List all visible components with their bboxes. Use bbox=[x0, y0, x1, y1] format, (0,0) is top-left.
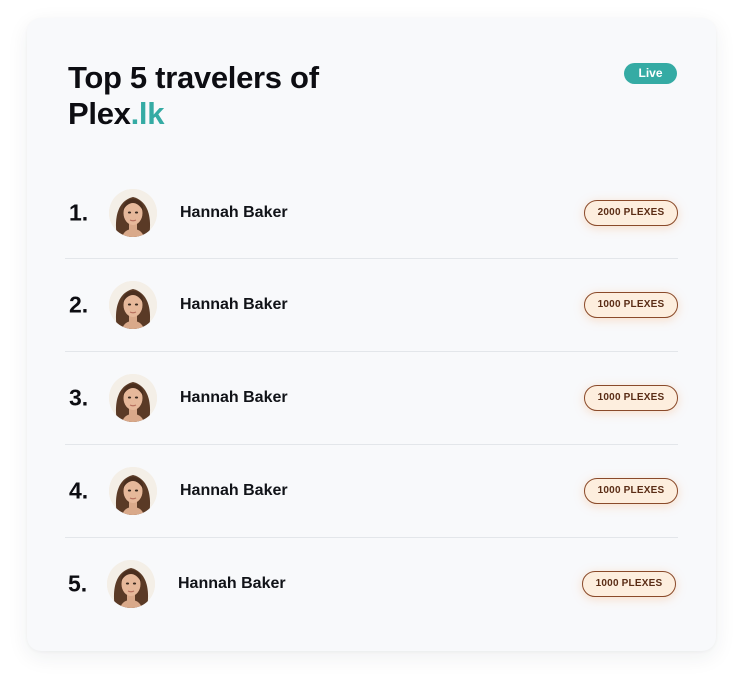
brand-accent: .lk bbox=[130, 96, 165, 131]
avatar-portrait bbox=[109, 281, 157, 329]
avatar-portrait bbox=[109, 189, 157, 237]
traveler-row[interactable]: 5. Hannah Baker 1000 PLEXES bbox=[65, 538, 678, 630]
traveler-name[interactable]: Hannah Baker bbox=[180, 204, 288, 222]
traveler-name[interactable]: Hannah Baker bbox=[180, 296, 288, 314]
rank-number: 1. bbox=[69, 199, 89, 226]
brand-name: Plex bbox=[68, 96, 131, 131]
avatar[interactable] bbox=[109, 281, 157, 329]
avatar[interactable] bbox=[109, 374, 157, 422]
traveler-row[interactable]: 3. Hannah Baker 1000 PLEXES bbox=[65, 352, 678, 445]
rank-number: 4. bbox=[69, 477, 89, 504]
travelers-list: 1. Hannah Baker 2000 PLEXES 2. Hannah Ba… bbox=[65, 168, 678, 630]
rank-number: 2. bbox=[69, 291, 89, 318]
avatar-portrait bbox=[109, 467, 157, 515]
avatar[interactable] bbox=[109, 189, 157, 237]
avatar[interactable] bbox=[107, 560, 155, 608]
traveler-name[interactable]: Hannah Baker bbox=[180, 482, 288, 500]
points-badge: 1000 PLEXES bbox=[584, 478, 678, 504]
points-badge: 1000 PLEXES bbox=[584, 385, 678, 411]
rank-number: 3. bbox=[69, 384, 89, 411]
traveler-row[interactable]: 1. Hannah Baker 2000 PLEXES bbox=[65, 168, 678, 259]
avatar[interactable] bbox=[109, 467, 157, 515]
traveler-row[interactable]: 4. Hannah Baker 1000 PLEXES bbox=[65, 445, 678, 538]
rank-number: 5. bbox=[68, 570, 88, 597]
points-badge: 1000 PLEXES bbox=[582, 571, 676, 597]
live-status-badge: Live bbox=[624, 63, 677, 84]
traveler-name[interactable]: Hannah Baker bbox=[180, 389, 288, 407]
points-badge: 2000 PLEXES bbox=[584, 200, 678, 226]
leaderboard-card: Top 5 travelers of Plex.lk Live 1. Hannah… bbox=[27, 18, 716, 651]
points-badge: 1000 PLEXES bbox=[584, 292, 678, 318]
traveler-row[interactable]: 2. Hannah Baker 1000 PLEXES bbox=[65, 259, 678, 352]
avatar-portrait bbox=[109, 374, 157, 422]
title-line-1: Top 5 travelers of bbox=[68, 60, 319, 95]
avatar-portrait bbox=[107, 560, 155, 608]
traveler-name[interactable]: Hannah Baker bbox=[178, 575, 286, 593]
leaderboard-title: Top 5 travelers of Plex.lk bbox=[68, 60, 319, 132]
